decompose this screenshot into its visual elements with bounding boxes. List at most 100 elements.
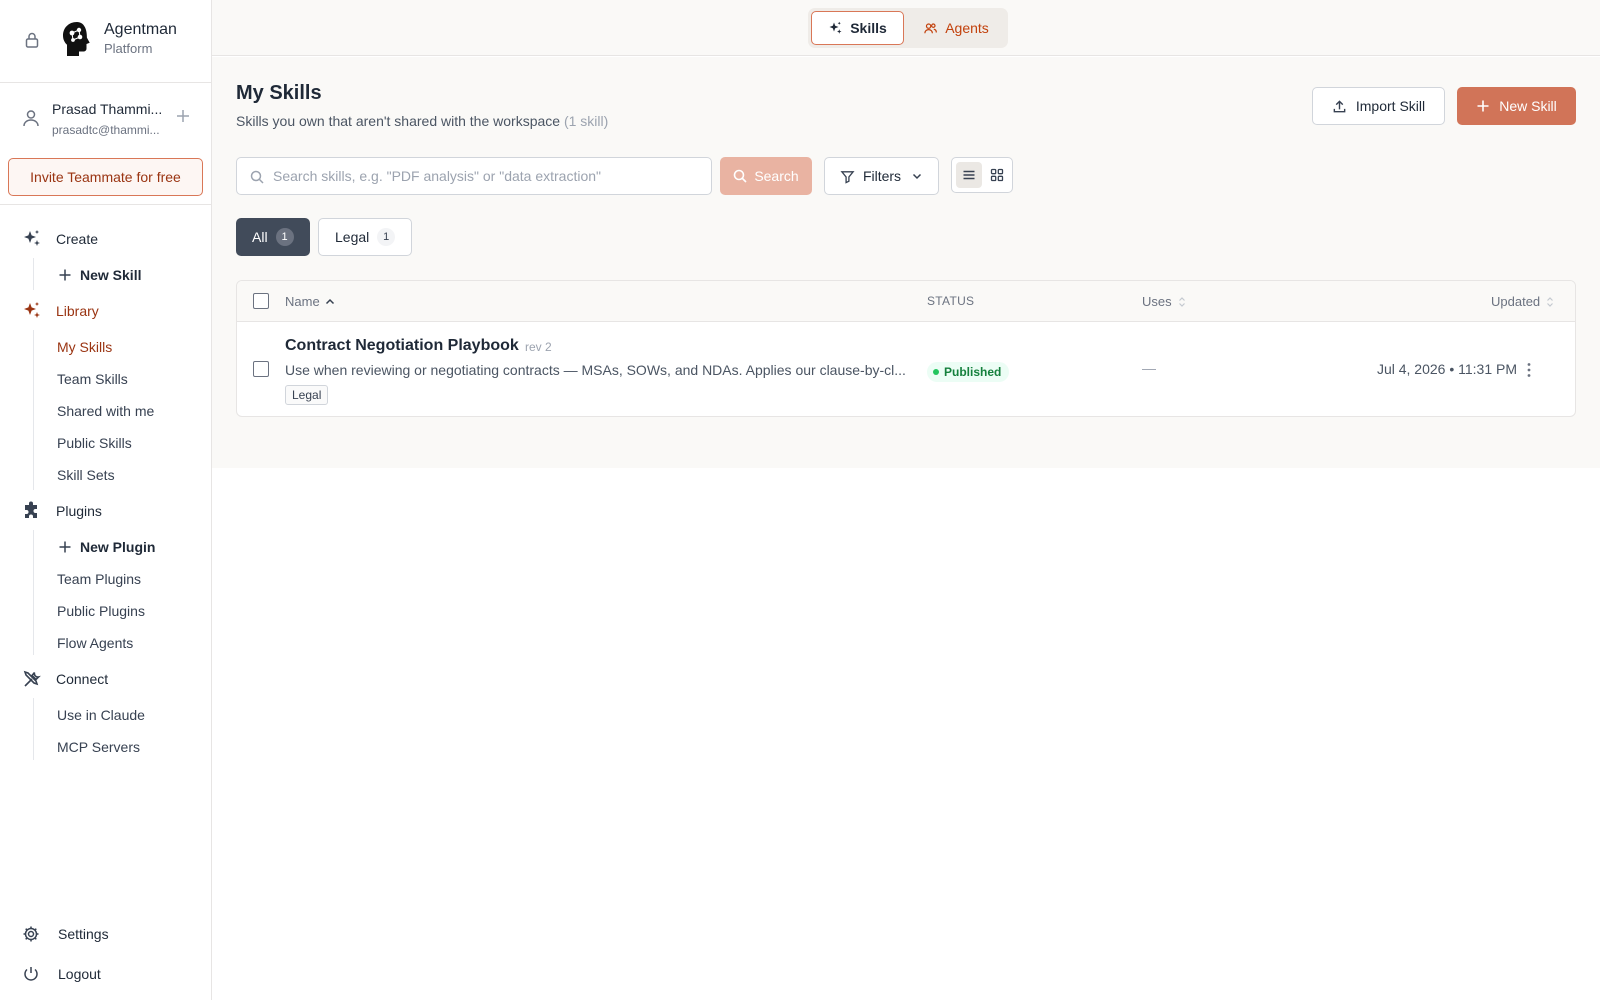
uses-value: — bbox=[1142, 360, 1156, 376]
search-button-label: Search bbox=[754, 168, 799, 184]
import-skill-label: Import Skill bbox=[1355, 98, 1426, 114]
status-badge: Published bbox=[927, 362, 1010, 382]
column-header-uses[interactable]: Uses bbox=[1142, 294, 1188, 309]
filter-funnel-icon bbox=[840, 170, 855, 184]
view-toggle bbox=[951, 157, 1013, 193]
user-profile[interactable]: Prasad Thammi... prasadtc@thammi... bbox=[0, 82, 211, 152]
sidebar-item-my-skills[interactable]: My Skills bbox=[57, 337, 112, 357]
tab-skills[interactable]: Skills bbox=[811, 11, 904, 45]
row-checkbox[interactable] bbox=[253, 361, 269, 377]
tab-skills-label: Skills bbox=[850, 20, 887, 36]
search-button[interactable]: Search bbox=[720, 157, 812, 195]
sidebar-item-public-skills[interactable]: Public Skills bbox=[57, 433, 132, 453]
search-icon bbox=[250, 170, 264, 184]
filters-dropdown[interactable]: Filters bbox=[824, 157, 939, 195]
sidebar-item-flow-agents[interactable]: Flow Agents bbox=[57, 633, 133, 653]
sidebar-new-skill[interactable]: New Skill bbox=[58, 265, 141, 285]
brand-name: Agentman bbox=[104, 21, 177, 38]
skill-tag: Legal bbox=[285, 385, 329, 405]
sidebar-settings-label: Settings bbox=[58, 926, 109, 942]
select-all-checkbox[interactable] bbox=[253, 293, 269, 309]
column-header-status: STATUS bbox=[927, 294, 975, 308]
sidebar-item-skill-sets[interactable]: Skill Sets bbox=[57, 465, 115, 485]
sidebar-item-public-plugins[interactable]: Public Plugins bbox=[57, 601, 145, 621]
sort-unsorted-icon bbox=[1547, 296, 1554, 307]
sidebar-item-team-skills[interactable]: Team Skills bbox=[57, 369, 128, 389]
list-view-button[interactable] bbox=[956, 162, 982, 188]
sidebar-item-use-in-claude[interactable]: Use in Claude bbox=[57, 705, 145, 725]
power-icon bbox=[24, 967, 38, 981]
sparkles-icon bbox=[829, 21, 842, 34]
top-bar: Skills Agents bbox=[212, 0, 1600, 56]
filter-chip-count: 1 bbox=[275, 228, 294, 246]
sidebar-logout-label: Logout bbox=[58, 966, 101, 982]
gear-icon bbox=[23, 926, 39, 942]
column-header-name[interactable]: Name bbox=[285, 294, 336, 309]
sidebar-new-skill-label: New Skill bbox=[80, 267, 142, 283]
tools-icon bbox=[23, 670, 41, 687]
plus-icon bbox=[59, 541, 71, 553]
sidebar-item-team-plugins[interactable]: Team Plugins bbox=[57, 569, 141, 589]
new-skill-button[interactable]: New Skill bbox=[1457, 87, 1576, 125]
search-input[interactable] bbox=[273, 158, 703, 194]
import-skill-button[interactable]: Import Skill bbox=[1312, 87, 1445, 125]
skill-title[interactable]: Contract Negotiation Playbook bbox=[285, 337, 519, 355]
sidebar-divider bbox=[0, 204, 211, 205]
tab-agents-label: Agents bbox=[945, 20, 989, 36]
brand-header: Agentman Platform bbox=[0, 0, 211, 80]
user-email: prasadtc@thammi... bbox=[52, 123, 160, 137]
sidebar-new-plugin[interactable]: New Plugin bbox=[58, 537, 155, 557]
search-box bbox=[236, 157, 712, 195]
table-row[interactable]: Contract Negotiation Playbook rev 2 Use … bbox=[237, 322, 1575, 416]
sidebar-section-create[interactable]: Create bbox=[22, 227, 98, 251]
column-header-updated-label: Updated bbox=[1491, 294, 1541, 309]
new-skill-label: New Skill bbox=[1499, 98, 1557, 114]
status-badge-label: Published bbox=[944, 365, 1002, 379]
sidebar-section-library-label: Library bbox=[56, 303, 99, 319]
nav-tree-line bbox=[33, 258, 34, 290]
list-icon bbox=[963, 170, 975, 180]
sidebar-item-shared-with-me[interactable]: Shared with me bbox=[57, 401, 154, 421]
plus-icon bbox=[1477, 100, 1489, 112]
nav-tree-line bbox=[33, 698, 34, 760]
nav-tree-line bbox=[33, 530, 34, 655]
sparkles-icon bbox=[24, 230, 40, 246]
search-icon bbox=[734, 169, 747, 183]
sidebar-section-library[interactable]: Library bbox=[22, 299, 99, 323]
brand-subtitle: Platform bbox=[104, 41, 153, 56]
nav-tree-line bbox=[33, 330, 34, 490]
plus-icon bbox=[59, 269, 71, 281]
more-vertical-icon[interactable] bbox=[1519, 360, 1539, 380]
updated-value: Jul 4, 2026 • 11:31 PM bbox=[1376, 361, 1517, 377]
column-header-uses-label: Uses bbox=[1142, 294, 1172, 309]
filter-chip-legal[interactable]: Legal 1 bbox=[318, 218, 412, 256]
chevron-down-icon bbox=[913, 173, 922, 180]
status-dot bbox=[933, 369, 939, 375]
user-name: Prasad Thammi... bbox=[52, 101, 163, 117]
filter-chip-label: All bbox=[252, 229, 268, 245]
page-title: My Skills bbox=[236, 82, 322, 104]
main-empty-area bbox=[212, 468, 1600, 1000]
grid-view-button[interactable] bbox=[984, 162, 1010, 188]
filter-chip-count: 1 bbox=[377, 228, 395, 246]
filter-chip-label: Legal bbox=[335, 229, 370, 245]
mode-switch: Skills Agents bbox=[808, 8, 1008, 48]
sidebar-settings[interactable]: Settings bbox=[22, 923, 109, 945]
sidebar-section-plugins[interactable]: Plugins bbox=[22, 499, 102, 523]
lock-icon[interactable] bbox=[22, 30, 42, 50]
filter-chip-all[interactable]: All 1 bbox=[236, 218, 310, 256]
sidebar-logout[interactable]: Logout bbox=[22, 963, 101, 985]
sidebar-new-plugin-label: New Plugin bbox=[80, 539, 156, 555]
upload-icon bbox=[1333, 99, 1346, 112]
sidebar-section-connect[interactable]: Connect bbox=[22, 667, 108, 691]
sort-ascending-icon bbox=[325, 298, 334, 304]
tab-agents[interactable]: Agents bbox=[908, 11, 1004, 45]
invite-teammate-button[interactable]: Invite Teammate for free bbox=[8, 158, 203, 196]
column-header-updated[interactable]: Updated bbox=[1491, 294, 1556, 309]
sidebar-section-create-label: Create bbox=[56, 231, 99, 247]
main-content: My Skills Skills you own that aren't sha… bbox=[212, 57, 1600, 468]
sidebar-item-mcp-servers[interactable]: MCP Servers bbox=[57, 737, 140, 757]
grid-icon bbox=[990, 168, 1004, 182]
add-account-plus-icon[interactable] bbox=[174, 107, 192, 125]
sparkles-icon bbox=[24, 302, 40, 318]
